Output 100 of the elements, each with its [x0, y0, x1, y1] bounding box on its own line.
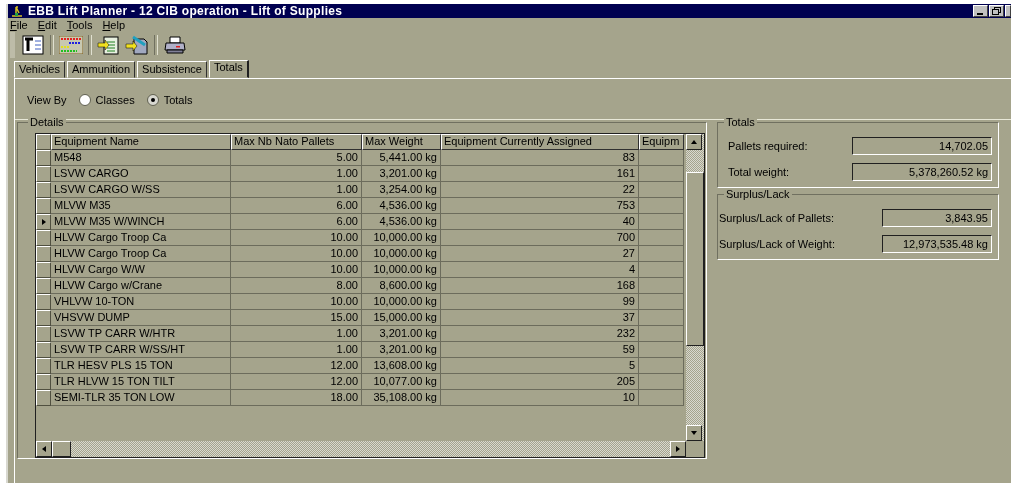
table-cell: 3,201.00 kg: [362, 166, 441, 182]
table-cell: 5: [441, 358, 639, 374]
table-cell: 10.00: [231, 246, 362, 262]
table-cell: 4: [441, 262, 639, 278]
tab[interactable]: Subsistence: [137, 61, 207, 78]
table-cell: SEMI-TLR 35 TON LOW: [51, 390, 231, 406]
table-cell: [639, 230, 684, 246]
scroll-up-button[interactable]: [686, 134, 702, 150]
table-cell: [639, 278, 684, 294]
table-cell: MLVW M35 W/WINCH: [51, 214, 231, 230]
restore-icon: [992, 7, 1001, 15]
table-cell: 3,254.00 kg: [362, 182, 441, 198]
table-cell: 10,077.00 kg: [362, 374, 441, 390]
radio-label[interactable]: Totals: [163, 94, 193, 106]
table-cell: 13,608.00 kg: [362, 358, 441, 374]
table-cell: 10,000.00 kg: [362, 246, 441, 262]
scroll-left-button[interactable]: [36, 441, 52, 457]
row-selector[interactable]: [36, 294, 51, 310]
row-selector[interactable]: [36, 358, 51, 374]
table-cell: 5.00: [231, 150, 362, 166]
group-title: Surplus/Lack: [724, 188, 792, 200]
column-header[interactable]: Max Nb Nato Pallets: [231, 134, 362, 150]
table-cell: 232: [441, 326, 639, 342]
table-cell: [639, 246, 684, 262]
menu-item[interactable]: File: [10, 19, 28, 32]
row-selector[interactable]: [36, 246, 51, 262]
row-selector[interactable]: [36, 390, 51, 406]
table-cell: 83: [441, 150, 639, 166]
table-cell: 27: [441, 246, 639, 262]
table-cell: HLVW Cargo W/W: [51, 262, 231, 278]
table-cell: 10,000.00 kg: [362, 262, 441, 278]
tab[interactable]: Ammunition: [67, 61, 136, 78]
column-header[interactable]: Max Weight: [362, 134, 441, 150]
vertical-scrollbar[interactable]: [686, 134, 704, 441]
caret-down-icon: [690, 429, 698, 437]
table-cell: [639, 262, 684, 278]
table-cell: 1.00: [231, 326, 362, 342]
export-icon[interactable]: [123, 34, 151, 56]
table-cell: 4,536.00 kg: [362, 214, 441, 230]
row-selector[interactable]: [36, 262, 51, 278]
row-selector[interactable]: [36, 214, 51, 230]
table-cell: [639, 310, 684, 326]
color-grid-icon[interactable]: [57, 34, 85, 56]
table-cell: 12.00: [231, 374, 362, 390]
close-button[interactable]: [1005, 5, 1011, 17]
value-field: 14,702.05: [852, 137, 992, 155]
horizontal-scrollbar[interactable]: [36, 441, 686, 457]
table-cell: VHLVW 10-TON: [51, 294, 231, 310]
row-selector[interactable]: [36, 198, 51, 214]
scroll-thumb[interactable]: [686, 172, 704, 346]
table-cell: 10.00: [231, 230, 362, 246]
column-header[interactable]: Equipment Currently Assigned: [441, 134, 639, 150]
table-cell: 22: [441, 182, 639, 198]
scroll-down-button[interactable]: [686, 425, 702, 441]
value-field: 5,378,260.52 kg: [852, 163, 992, 181]
radio-button[interactable]: [146, 94, 159, 106]
restore-button[interactable]: [989, 5, 1004, 17]
row-selector[interactable]: [36, 182, 51, 198]
table-cell: 40: [441, 214, 639, 230]
arrow-right-icon: [39, 218, 48, 226]
row-selector[interactable]: [36, 342, 51, 358]
row-selector[interactable]: [36, 310, 51, 326]
table-cell: MLVW M35: [51, 198, 231, 214]
table-cell: LSVW CARGO W/SS: [51, 182, 231, 198]
column-header[interactable]: Equipm: [639, 134, 684, 150]
table-cell: [639, 294, 684, 310]
scroll-thumb[interactable]: [52, 441, 71, 457]
arrow-left-icon: [40, 445, 48, 453]
tab[interactable]: Totals: [209, 60, 249, 78]
field-label: Total weight:: [728, 166, 790, 178]
group-title: Totals: [724, 116, 757, 128]
tab[interactable]: Vehicles: [14, 61, 65, 78]
table-cell: 10,000.00 kg: [362, 294, 441, 310]
minimize-button[interactable]: [973, 5, 988, 17]
radio-button[interactable]: [78, 94, 91, 106]
field-label: Surplus/Lack of Weight:: [719, 238, 835, 250]
row-selector[interactable]: [36, 150, 51, 166]
printer-icon[interactable]: [161, 34, 189, 56]
table-icon[interactable]: [19, 34, 47, 56]
menu-item[interactable]: Edit: [37, 19, 57, 32]
table-cell: [639, 358, 684, 374]
table-cell: 6.00: [231, 214, 362, 230]
row-selector[interactable]: [36, 278, 51, 294]
table-cell: [639, 390, 684, 406]
menu-item[interactable]: Help: [102, 19, 126, 32]
table-cell: 3,201.00 kg: [362, 342, 441, 358]
row-selector[interactable]: [36, 326, 51, 342]
row-selector[interactable]: [36, 166, 51, 182]
table-cell: TLR HESV PLS 15 TON: [51, 358, 231, 374]
menu-item[interactable]: Tools: [66, 19, 93, 32]
table-cell: VHSVW DUMP: [51, 310, 231, 326]
scroll-right-button[interactable]: [670, 441, 686, 457]
value-field: 3,843.95: [882, 209, 992, 227]
row-selector[interactable]: [36, 374, 51, 390]
arrow-right-icon: [674, 445, 682, 453]
column-header[interactable]: Equipment Name: [51, 134, 231, 150]
row-selector[interactable]: [36, 230, 51, 246]
radio-label[interactable]: Classes: [95, 94, 135, 106]
table-cell: [639, 214, 684, 230]
table-cell: 35,108.00 kg: [362, 390, 441, 406]
